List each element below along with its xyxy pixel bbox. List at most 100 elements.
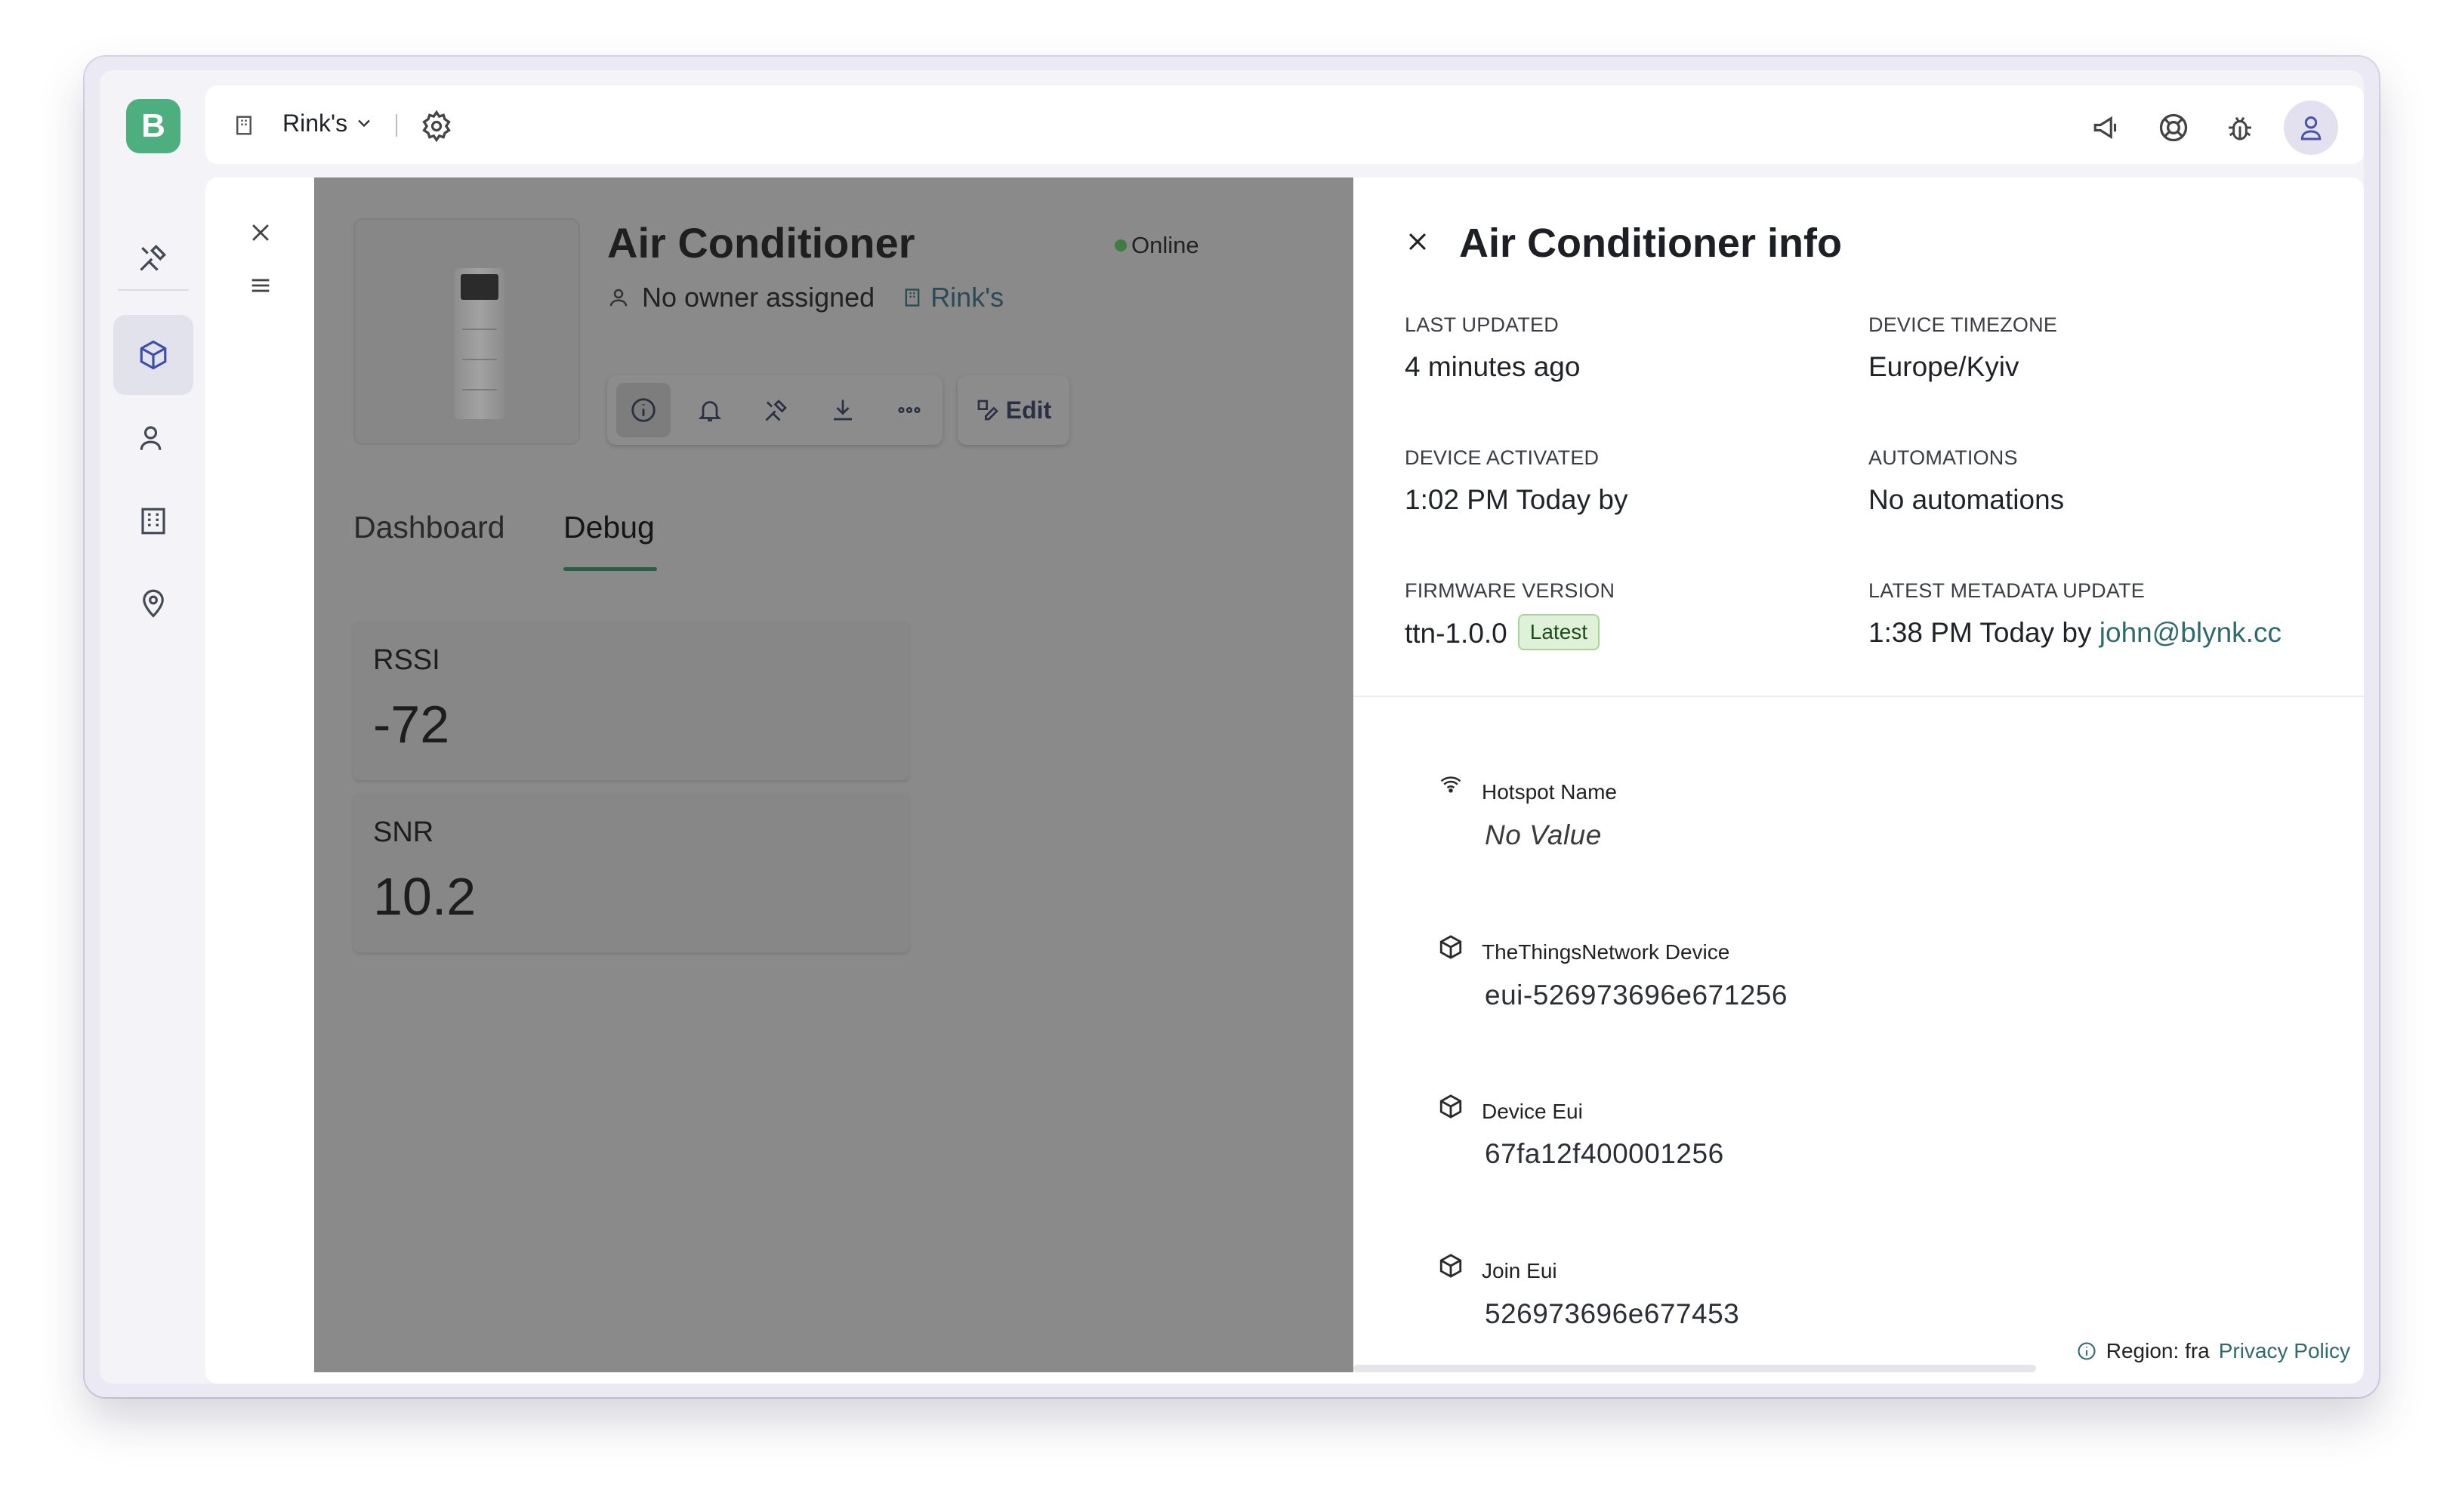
metric-value: -72 [373,695,450,754]
cube-icon [1438,1094,1464,1123]
region-text: Region: fra [2106,1339,2210,1362]
datastream-label: Join Eui [1482,1259,1557,1282]
automations-value: No automations [1868,484,2065,515]
download-button[interactable] [816,383,870,437]
app-window: B Rink's Air Conditioner Online No owner… [85,57,2379,1397]
snr-widget[interactable]: SNR 10.2 [353,794,909,952]
announcements-icon[interactable] [2084,103,2130,152]
last-updated-label: LAST UPDATED [1405,313,1559,336]
building-icon [233,113,255,142]
tools-icon [140,244,167,271]
info-icon [2078,1342,2096,1360]
user-icon [609,289,628,307]
info-panel-title: Air Conditioner info [1459,221,1842,266]
app-frame: B Rink's Air Conditioner Online No owner… [100,70,2364,1384]
cube-icon [1438,934,1464,964]
metadata-user-link[interactable]: john@blynk.cc [2099,617,2282,648]
device-org-link[interactable]: Rink's [902,282,1004,313]
devices-nav-button[interactable] [113,315,193,395]
locations-nav-button[interactable] [113,563,193,643]
datastream-label: TheThingsNetwork Device [1482,940,1730,964]
tools-nav-button[interactable] [113,218,193,298]
firmware-row: ttn-1.0.0 Latest [1405,614,1600,653]
metric-label: RSSI [373,644,440,676]
notifications-button[interactable] [683,383,737,437]
building-icon [141,508,165,535]
active-tab-indicator [563,567,657,571]
menu-icon[interactable] [243,268,278,303]
user-icon [2300,116,2322,140]
tab-debug[interactable]: Debug [563,510,655,545]
datastream-label: Device Eui [1482,1100,1583,1123]
owner-row: No owner assigned Rink's [607,282,1004,313]
device-page-overlay: Air Conditioner Online No owner assigned… [314,177,1353,1372]
gear-icon[interactable] [420,110,453,147]
section-divider [1353,696,2364,697]
topbar-actions [2084,100,2338,155]
activated-label: DEVICE ACTIVATED [1405,446,1600,469]
datastream-value: 67fa12f400001256 [1485,1138,1724,1169]
info-icon [631,398,656,422]
user-avatar[interactable] [2284,100,2338,155]
cube-icon [1438,1253,1464,1282]
activated-value: 1:02 PM Today by [1405,484,1628,515]
metadata-label: LATEST METADATA UPDATE [1868,579,2145,602]
firmware-label: FIRMWARE VERSION [1405,579,1615,602]
device-image [353,218,580,445]
topbar-divider [396,114,397,137]
privacy-policy-link[interactable]: Privacy Policy [2219,1339,2350,1363]
info-button[interactable] [616,383,671,437]
detail-side-actions [205,177,314,1384]
device-name: Air Conditioner [607,219,915,267]
datastream-value: 526973696e677453 [1485,1298,1740,1329]
edit-dashboard-icon [977,400,998,421]
last-updated-value: 4 minutes ago [1405,351,1581,382]
users-nav-button[interactable] [113,398,193,478]
datastream-value: No Value [1485,819,1602,850]
metric-label: SNR [373,816,434,848]
organizations-nav-button[interactable] [113,481,193,561]
device-info-panel: Air Conditioner info LAST UPDATED 4 minu… [1353,177,2364,1372]
footer: Region: fra Privacy Policy [2068,1336,2350,1366]
datastream-value: eui-526973696e671256 [1485,980,1788,1011]
cube-icon [140,340,167,370]
tab-dashboard[interactable]: Dashboard [353,510,505,545]
firmware-value: ttn-1.0.0 [1405,617,1507,649]
rssi-widget[interactable]: RSSI -72 [353,622,909,780]
bell-icon [698,401,722,421]
tools-icon [765,400,787,421]
device-toolbar [607,375,943,445]
owner-text[interactable]: No owner assigned [642,282,875,313]
close-icon[interactable] [243,215,278,250]
horizontal-scrollbar[interactable] [1353,1365,2036,1372]
close-icon[interactable] [1405,229,1430,258]
automations-label: AUTOMATIONS [1868,446,2018,469]
metadata-row: 1:38 PM Today by john@blynk.cc [1868,617,2282,649]
content-area: Air Conditioner Online No owner assigned… [205,177,2364,1384]
edit-dashboard-button[interactable]: Edit [958,375,1069,445]
edit-label: Edit [1005,396,1052,424]
location-pin-icon [143,589,164,618]
top-bar: Rink's [205,85,2364,164]
building-icon [905,289,920,307]
timezone-label: DEVICE TIMEZONE [1868,313,2058,336]
device-org-name: Rink's [930,282,1004,313]
more-button[interactable] [882,383,936,437]
more-horizontal-icon [898,406,921,414]
org-switcher[interactable]: Rink's [282,110,347,137]
user-key-icon [140,426,162,450]
tools-button[interactable] [749,383,804,437]
blynk-logo[interactable]: B [126,99,180,153]
timezone-value: Europe/Kyiv [1868,351,2019,382]
download-icon [834,400,852,421]
metadata-time: 1:38 PM Today by [1868,617,2092,648]
firmware-latest-badge: Latest [1517,614,1600,650]
bug-report-icon[interactable] [2217,103,2263,152]
device-status: Online [1131,232,1199,258]
left-rail: B [100,70,205,1384]
air-conditioner-illustration [455,268,504,419]
wifi-icon [1438,773,1464,799]
datastream-label: Hotspot Name [1482,780,1617,804]
help-lifebuoy-icon[interactable] [2151,103,2196,152]
chevron-down-icon[interactable] [353,113,375,137]
